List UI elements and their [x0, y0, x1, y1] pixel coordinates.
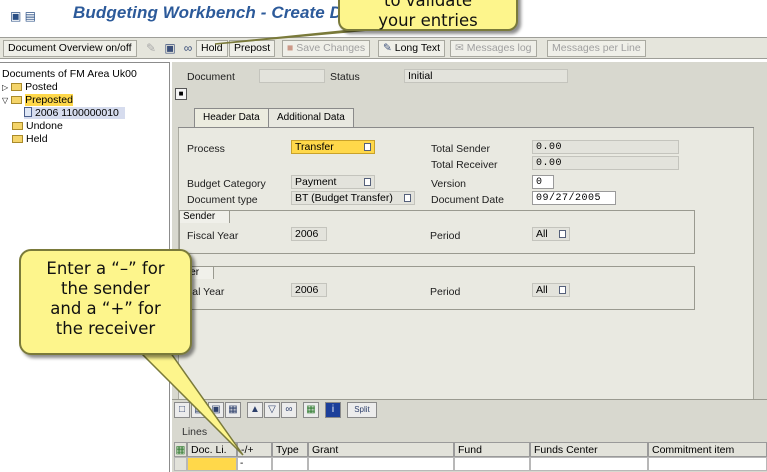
- callout-pointers: [138, 27, 391, 456]
- validate-callout: to validate your entries: [338, 0, 518, 31]
- sign-instruction-callout-text: Enter a “–” for the sender and a “+” for…: [46, 259, 165, 338]
- sign-instruction-callout: Enter a “–” for the sender and a “+” for…: [19, 249, 192, 355]
- left-callout-pointer: [138, 351, 244, 456]
- validate-callout-text: to validate your entries: [378, 0, 478, 30]
